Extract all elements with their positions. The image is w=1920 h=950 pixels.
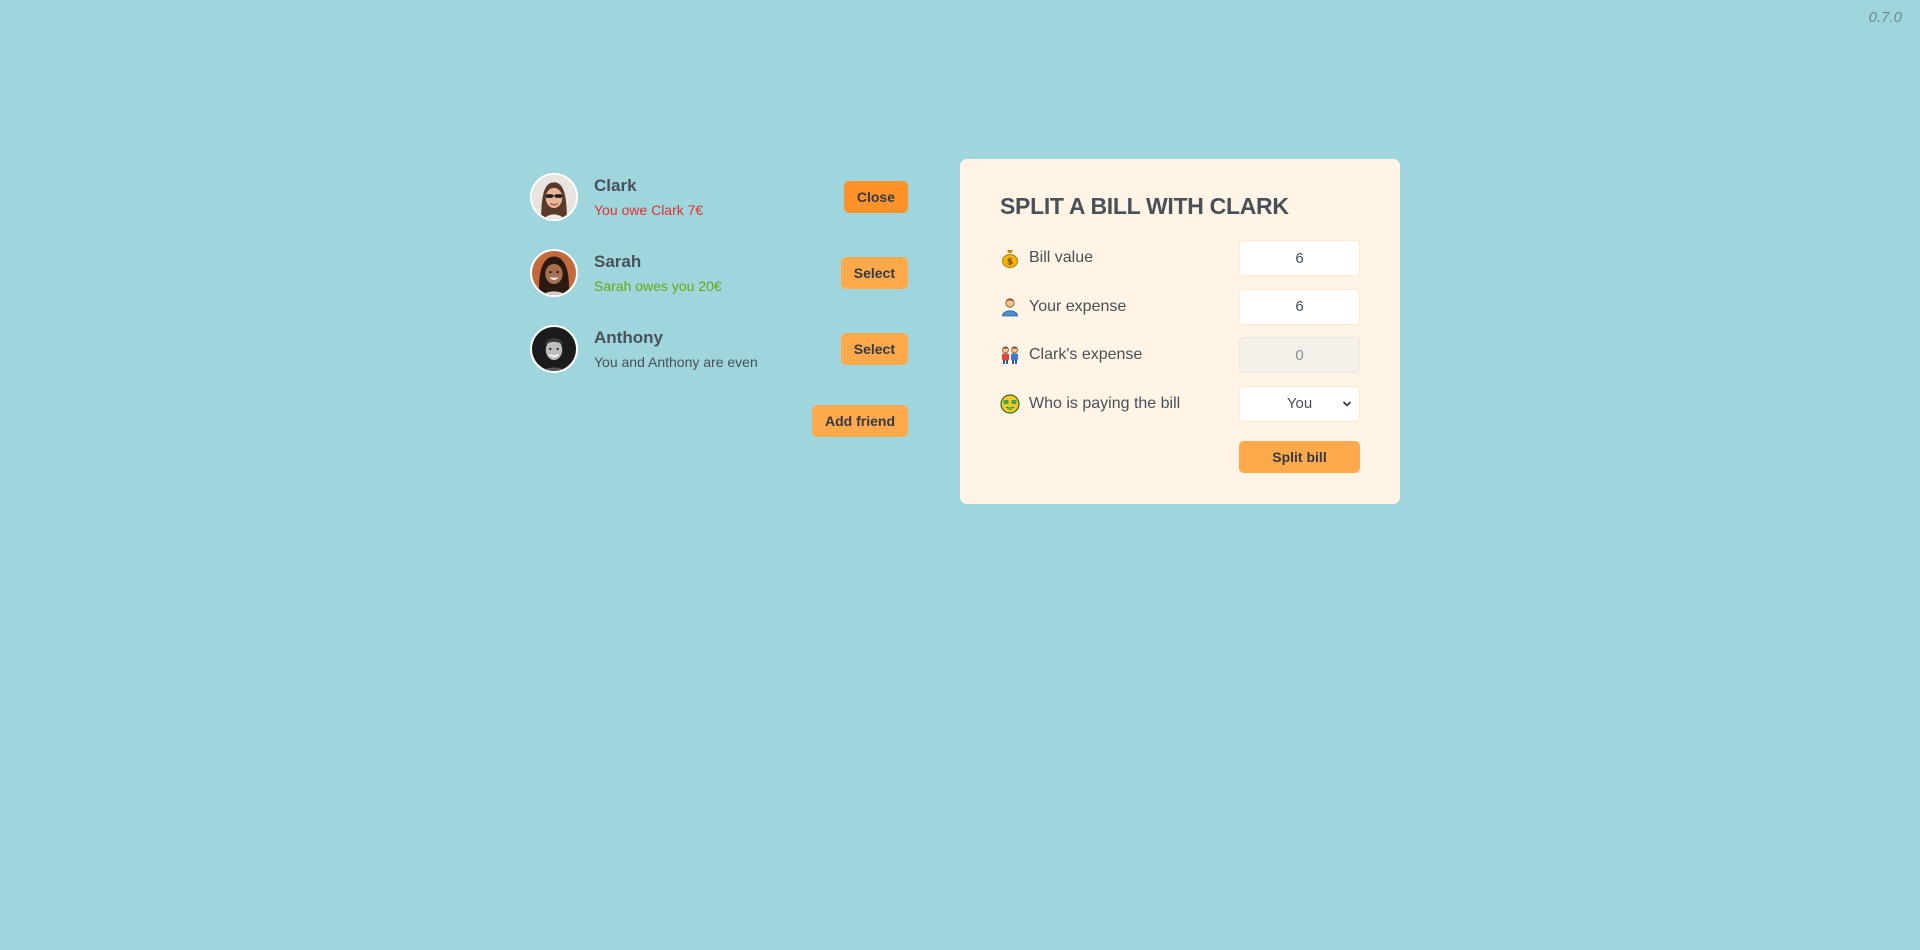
select-button[interactable]: Select bbox=[840, 333, 908, 365]
person-icon bbox=[1000, 296, 1020, 318]
people-icon bbox=[1000, 344, 1020, 366]
your-expense-row: Your expense bbox=[1000, 288, 1360, 325]
svg-text:$: $ bbox=[1007, 258, 1013, 268]
friend-item-sarah: Sarah Sarah owes you 20€ Select bbox=[530, 235, 908, 311]
money-face-icon bbox=[1000, 393, 1020, 415]
friend-balance: Sarah owes you 20€ bbox=[594, 278, 722, 294]
friend-expense-label: Clark's expense bbox=[1000, 344, 1142, 366]
bill-value-input[interactable] bbox=[1239, 240, 1360, 276]
friends-list: Clark You owe Clark 7€ Close Sarah Sarah… bbox=[530, 159, 908, 387]
avatar-man-bw-icon bbox=[532, 327, 576, 371]
split-bill-button[interactable]: Split bill bbox=[1239, 440, 1360, 473]
friend-expense-text: Clark's expense bbox=[1029, 346, 1143, 363]
friend-name: Anthony bbox=[594, 328, 663, 347]
your-expense-input[interactable] bbox=[1239, 288, 1360, 325]
friend-item-clark: Clark You owe Clark 7€ Close bbox=[530, 159, 908, 235]
money-bag-icon: $ bbox=[1000, 247, 1020, 269]
payer-text: Who is paying the bill bbox=[1029, 394, 1181, 412]
friend-expense-row: Clark's expense bbox=[1000, 337, 1360, 373]
add-friend-button[interactable]: Add friend bbox=[812, 405, 908, 437]
friend-item-anthony: Anthony You and Anthony are even Select bbox=[530, 311, 908, 387]
select-button[interactable]: Select bbox=[840, 257, 908, 289]
split-bill-form: SPLIT A BILL WITH CLARK $ Bill value 6 Y… bbox=[960, 159, 1400, 504]
friend-balance: You owe Clark 7€ bbox=[594, 202, 704, 218]
avatar-clark bbox=[530, 173, 578, 221]
sidebar: Clark You owe Clark 7€ Close Sarah Sarah… bbox=[530, 159, 908, 437]
payer-select[interactable]: You bbox=[1239, 385, 1360, 422]
avatar-woman-smiling-icon bbox=[532, 251, 576, 295]
close-button[interactable]: Close bbox=[843, 181, 908, 213]
avatar-woman-sunglasses-icon bbox=[532, 175, 576, 219]
bill-value-label: $ Bill value bbox=[1000, 247, 1093, 269]
app-version: 0.7.0 bbox=[1868, 9, 1902, 26]
payer-row: Who is paying the bill You bbox=[1000, 385, 1360, 422]
friend-name: Clark bbox=[594, 176, 637, 195]
payer-label: Who is paying the bill bbox=[1000, 393, 1180, 415]
avatar-anthony bbox=[530, 325, 578, 373]
friend-name: Sarah bbox=[594, 252, 642, 271]
bill-value-text: Bill value bbox=[1029, 249, 1094, 266]
avatar-sarah bbox=[530, 249, 578, 297]
friend-balance: You and Anthony are even bbox=[594, 354, 758, 370]
your-expense-label: Your expense bbox=[1000, 296, 1126, 318]
form-title: SPLIT A BILL WITH CLARK bbox=[1000, 193, 1289, 219]
bill-value-row: $ Bill value bbox=[1000, 240, 1360, 276]
app-container: Clark You owe Clark 7€ Close Sarah Sarah… bbox=[530, 159, 1400, 504]
friend-expense-input bbox=[1239, 337, 1360, 373]
your-expense-text: Your expense bbox=[1029, 297, 1127, 315]
